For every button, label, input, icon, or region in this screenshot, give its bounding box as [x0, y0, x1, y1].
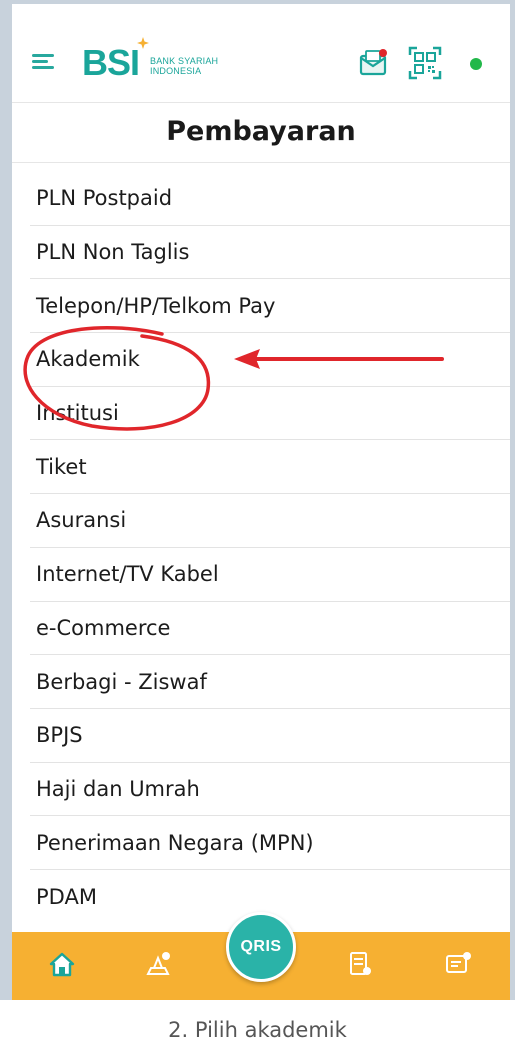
home-icon[interactable]	[48, 950, 76, 978]
menu-item-telepon[interactable]: Telepon/HP/Telkom Pay	[30, 279, 510, 334]
menu-item-asuransi[interactable]: Asuransi	[30, 494, 510, 548]
qr-scan-icon[interactable]	[408, 46, 442, 80]
menu-item-internet-tv[interactable]: Internet/TV Kabel	[30, 548, 510, 602]
qris-button[interactable]: QRIS	[226, 912, 296, 982]
qris-label: QRIS	[240, 938, 282, 955]
menu-item-pln-postpaid[interactable]: PLN Postpaid	[30, 172, 510, 226]
menu-item-akademik[interactable]: Akademik	[30, 333, 510, 387]
hamburger-menu-icon[interactable]	[32, 54, 54, 70]
caption: 2. Pilih akademik	[168, 1018, 347, 1042]
menu-item-e-commerce[interactable]: e-Commerce	[30, 602, 510, 656]
bsi-logo-subtitle: BANK SYARIAH INDONESIA	[150, 56, 219, 76]
app-screen: BSI BANK SYARIAH INDONESIA Pembayaran PL…	[12, 4, 510, 1000]
payment-menu-list: PLN Postpaid PLN Non Taglis Telepon/HP/T…	[30, 172, 510, 924]
payment-hand-icon[interactable]	[144, 950, 172, 978]
menu-item-pln-non-taglis[interactable]: PLN Non Taglis	[30, 226, 510, 280]
bsi-logo: BSI	[82, 42, 140, 83]
menu-item-berbagi-ziswaf[interactable]: Berbagi - Ziswaf	[30, 655, 510, 709]
page-title: Pembayaran	[12, 102, 510, 163]
menu-item-bpjs[interactable]: BPJS	[30, 709, 510, 763]
menu-item-tiket[interactable]: Tiket	[30, 440, 510, 495]
app-header: BSI BANK SYARIAH INDONESIA	[12, 4, 510, 103]
transaction-history-icon[interactable]	[346, 950, 374, 978]
menu-item-haji-umrah[interactable]: Haji dan Umrah	[30, 763, 510, 817]
inbox-icon[interactable]	[444, 950, 472, 978]
online-status-dot	[470, 58, 482, 70]
mail-notification-icon[interactable]	[358, 48, 388, 78]
menu-item-institusi[interactable]: Institusi	[30, 387, 510, 441]
menu-item-mpn[interactable]: Penerimaan Negara (MPN)	[30, 816, 510, 870]
logo-star-icon	[137, 37, 149, 49]
